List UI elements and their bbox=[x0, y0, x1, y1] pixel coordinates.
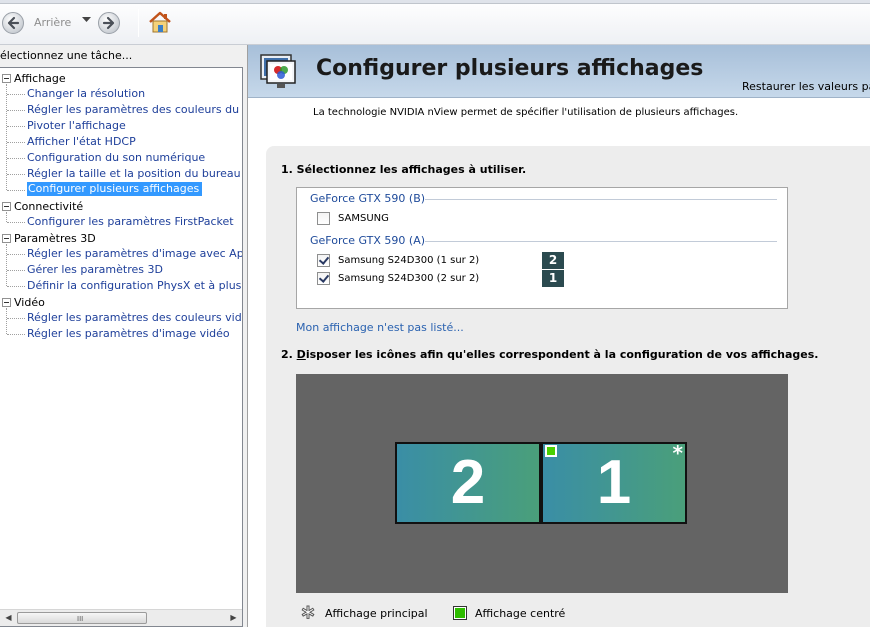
tree-item-firstpacket[interactable]: Configurer les paramètres FirstPacket bbox=[27, 215, 234, 228]
tree-item-gerer-3d[interactable]: Gérer les paramètres 3D bbox=[27, 263, 163, 276]
display-checkbox-samsung[interactable] bbox=[317, 212, 330, 225]
back-label[interactable]: Arrière bbox=[34, 16, 71, 29]
scrollbar-thumb[interactable]: III bbox=[17, 612, 147, 624]
monitor-tile-2[interactable]: 2 bbox=[395, 442, 541, 524]
center-display-marker-icon bbox=[545, 445, 557, 457]
tree-item-hdcp[interactable]: Afficher l'état HDCP bbox=[27, 135, 136, 148]
gpu-separator bbox=[425, 241, 777, 242]
monitor-number: 2 bbox=[450, 448, 486, 517]
tree-item-son-numerique[interactable]: Configuration du son numérique bbox=[27, 151, 205, 164]
display-label-s24d300-2: Samsung S24D300 (2 sur 2) bbox=[338, 273, 480, 284]
page-title: Configurer plusieurs affichages bbox=[316, 56, 704, 81]
gpu-label-b: GeForce GTX 590 (B) bbox=[310, 192, 426, 205]
task-pane-label: électionnez une tâche... bbox=[0, 49, 133, 62]
toolbar-separator bbox=[138, 9, 139, 37]
tree-connector bbox=[7, 254, 25, 255]
primary-display-star-icon: * bbox=[672, 441, 683, 465]
tree-connector bbox=[7, 142, 25, 143]
tree-category-affichage[interactable]: Affichage bbox=[14, 72, 66, 85]
scroll-left-arrow-icon[interactable]: ◀ bbox=[0, 610, 17, 626]
multiple-displays-icon bbox=[260, 54, 296, 88]
tree-category-parametres-3d[interactable]: Paramètres 3D bbox=[14, 232, 96, 245]
tree-connector bbox=[6, 308, 7, 334]
gpu-label-a: GeForce GTX 590 (A) bbox=[310, 234, 426, 247]
scrollbar-grip: III bbox=[77, 615, 84, 623]
display-number-badge: 2 bbox=[542, 252, 564, 269]
tree-item-changer-resolution[interactable]: Changer la résolution bbox=[27, 87, 145, 100]
legend-center-label: Affichage centré bbox=[475, 607, 566, 620]
tree-item-image-apercu[interactable]: Régler les paramètres d'image avec Aperç… bbox=[27, 247, 242, 260]
tree-item-image-video[interactable]: Régler les paramètres d'image vidéo bbox=[27, 327, 230, 340]
display-checkbox-s24d300-2[interactable] bbox=[317, 272, 330, 285]
restore-defaults-link[interactable]: Restaurer les valeurs pa bbox=[742, 80, 870, 93]
tree-connector bbox=[7, 270, 25, 271]
toolbar: Arrière bbox=[0, 0, 870, 45]
tree-connector bbox=[7, 222, 25, 223]
display-arrangement-area[interactable]: 2 1 * bbox=[296, 374, 788, 593]
home-icon[interactable] bbox=[147, 9, 173, 35]
step2-heading: 2. Disposer les icônes afin qu'elles cor… bbox=[281, 348, 818, 361]
monitor-tile-1[interactable]: 1 * bbox=[541, 442, 687, 524]
content-pane: Configurer plusieurs affichages Restaure… bbox=[248, 45, 870, 627]
back-button[interactable] bbox=[2, 12, 24, 34]
tree-item-taille-position[interactable]: Régler la taille et la position du burea… bbox=[27, 167, 241, 180]
tree-item-couleurs-bureau[interactable]: Régler les paramètres des couleurs du bu… bbox=[27, 103, 242, 116]
tree-connector bbox=[7, 286, 25, 287]
arrow-left-icon bbox=[7, 16, 20, 30]
tree-connector bbox=[7, 190, 25, 191]
collapse-toggle-affichage[interactable] bbox=[2, 74, 11, 83]
tree-connector bbox=[6, 212, 7, 222]
step2-accelerator: D bbox=[296, 348, 306, 361]
display-number-badge: 1 bbox=[542, 270, 564, 287]
tree-connector bbox=[7, 94, 25, 95]
tree-connector bbox=[6, 244, 7, 286]
display-checkbox-s24d300-1[interactable] bbox=[317, 254, 330, 267]
task-tree: Affichage Changer la résolution Régler l… bbox=[0, 67, 243, 627]
collapse-toggle-parametres-3d[interactable] bbox=[2, 234, 11, 243]
arrow-right-icon bbox=[102, 16, 115, 30]
tree-connector bbox=[7, 174, 25, 175]
legend-primary-label: Affichage principal bbox=[325, 607, 428, 620]
gpu-separator bbox=[425, 199, 777, 200]
tree-item-physx[interactable]: Définir la configuration PhysX et à plus… bbox=[27, 279, 242, 292]
chevron-down-icon[interactable] bbox=[82, 17, 91, 23]
collapse-toggle-connectivite[interactable] bbox=[2, 202, 11, 211]
forward-button[interactable] bbox=[98, 12, 120, 34]
settings-panel: 1. Sélectionnez les affichages à utilise… bbox=[266, 146, 870, 627]
collapse-toggle-video[interactable] bbox=[2, 298, 11, 307]
tree-connector bbox=[7, 110, 25, 111]
intro-text: La technologie NVIDIA nView permet de sp… bbox=[313, 107, 739, 118]
display-selection-list: GeForce GTX 590 (B) SAMSUNG GeForce GTX … bbox=[296, 187, 788, 309]
page-header: Configurer plusieurs affichages Restaure… bbox=[248, 45, 870, 98]
tree-item-pivoter[interactable]: Pivoter l'affichage bbox=[27, 119, 126, 132]
tree-connector bbox=[7, 126, 25, 127]
tree-item-plusieurs-affichages[interactable]: Configurer plusieurs affichages bbox=[27, 182, 203, 196]
tree-connector bbox=[7, 158, 25, 159]
display-label-s24d300-1: Samsung S24D300 (1 sur 2) bbox=[338, 255, 480, 266]
tree-category-connectivite[interactable]: Connectivité bbox=[14, 200, 83, 213]
window-top-edge bbox=[0, 0, 870, 4]
step2-prefix: 2. bbox=[281, 348, 297, 361]
horizontal-scrollbar[interactable]: ◀ III ▶ bbox=[0, 609, 242, 626]
tree-connector bbox=[7, 318, 25, 319]
step2-text: isposer les icônes afin qu'elles corresp… bbox=[305, 348, 819, 361]
scroll-right-arrow-icon[interactable]: ▶ bbox=[225, 610, 242, 626]
tree-category-video[interactable]: Vidéo bbox=[14, 296, 45, 309]
tree-item-couleurs-video[interactable]: Régler les paramètres des couleurs vidéo bbox=[27, 311, 242, 324]
center-display-legend-icon bbox=[453, 606, 467, 620]
monitor-number: 1 bbox=[596, 448, 632, 517]
primary-display-asterisk-icon bbox=[301, 605, 315, 619]
tree-connector bbox=[7, 334, 25, 335]
display-label-samsung: SAMSUNG bbox=[338, 213, 389, 224]
step1-heading: 1. Sélectionnez les affichages à utilise… bbox=[281, 163, 527, 176]
display-not-listed-link[interactable]: Mon affichage n'est pas listé... bbox=[296, 321, 464, 334]
